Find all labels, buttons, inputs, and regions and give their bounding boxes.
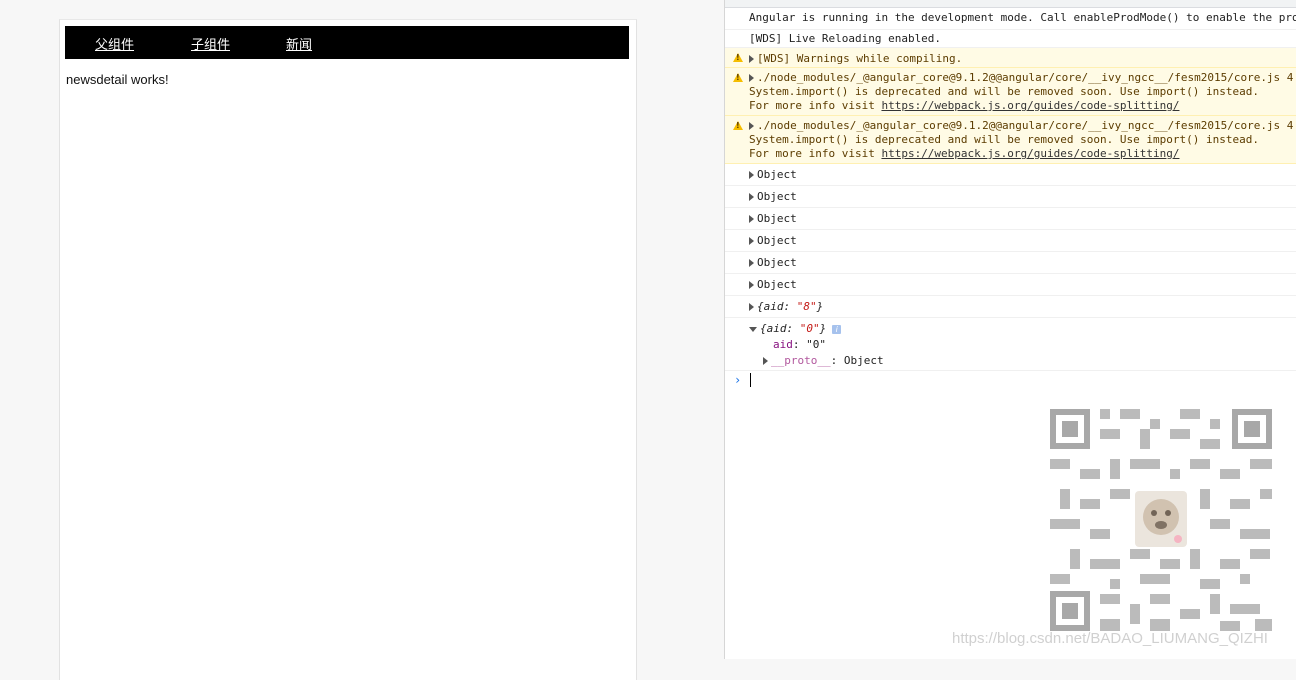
object-label: Object xyxy=(757,278,797,291)
console-object-row[interactable]: Object xyxy=(725,252,1296,274)
expand-arrow-icon[interactable] xyxy=(749,281,754,289)
object-label: Object xyxy=(757,256,797,269)
nav-link-parent[interactable]: 父组件 xyxy=(95,34,134,53)
qr-code-watermark xyxy=(1050,409,1272,631)
info-icon[interactable]: i xyxy=(832,324,842,334)
property-separator: : xyxy=(830,354,844,367)
console-message-text: [WDS] Warnings while compiling. xyxy=(757,52,963,65)
console-prompt-icon: › xyxy=(734,373,742,387)
object-label: Object xyxy=(757,190,797,203)
warning-info-prefix: For more info visit xyxy=(749,147,882,160)
proto-value: Object xyxy=(843,354,884,367)
property-value: "0" xyxy=(806,338,826,351)
object-value: "8" xyxy=(796,300,817,313)
webpack-docs-link[interactable]: https://webpack.js.org/guides/code-split… xyxy=(881,99,1179,112)
console-object-row[interactable]: Object xyxy=(725,230,1296,252)
console-warning-import-2[interactable]: ./node_modules/_@angular_core@9.1.2@@ang… xyxy=(725,116,1296,164)
property-separator: : xyxy=(792,338,807,351)
warning-text: System.import() is deprecated and will b… xyxy=(749,133,1259,146)
warning-icon xyxy=(733,53,743,62)
expand-arrow-icon[interactable] xyxy=(749,193,754,201)
console-object-row[interactable]: Object xyxy=(725,274,1296,296)
nav-link-child[interactable]: 子组件 xyxy=(191,34,230,53)
object-key: {aid: xyxy=(760,322,800,335)
expand-arrow-icon[interactable] xyxy=(763,357,768,365)
console-message-live-reload: [WDS] Live Reloading enabled. xyxy=(725,30,1296,48)
console-toolbar xyxy=(725,0,1296,8)
property-key: aid xyxy=(773,338,793,351)
expand-arrow-icon[interactable] xyxy=(749,303,754,311)
warning-icon xyxy=(733,73,743,82)
warning-source-path: ./node_modules/_@angular_core@9.1.2@@ang… xyxy=(757,71,1294,84)
console-object-aid-0-expanded[interactable]: {aid: "0"} i aid: "0" __proto__: Object xyxy=(725,318,1296,371)
webpack-docs-link[interactable]: https://webpack.js.org/guides/code-split… xyxy=(881,147,1179,160)
console-object-row[interactable]: Object xyxy=(725,208,1296,230)
object-label: Object xyxy=(757,168,797,181)
expand-arrow-icon[interactable] xyxy=(749,55,754,63)
nav-link-news[interactable]: 新闻 xyxy=(286,34,312,53)
warning-icon xyxy=(733,121,743,130)
proto-key: __proto__ xyxy=(771,354,831,367)
console-message-text: [WDS] Live Reloading enabled. xyxy=(749,32,942,45)
csdn-watermark-text: https://blog.csdn.net/BADAO_LIUMANG_QIZH… xyxy=(952,630,1268,647)
news-detail-text: newsdetail works! xyxy=(66,72,169,87)
expand-arrow-icon[interactable] xyxy=(749,171,754,179)
console-message-text: Angular is running in the development mo… xyxy=(749,11,1296,24)
object-value: "0" xyxy=(799,322,820,335)
expand-arrow-icon[interactable] xyxy=(749,122,754,130)
console-message-dev-mode: Angular is running in the development mo… xyxy=(725,8,1296,30)
expand-arrow-icon[interactable] xyxy=(749,215,754,223)
object-label: Object xyxy=(757,212,797,225)
console-object-aid-8[interactable]: {aid: "8"} xyxy=(725,296,1296,318)
app-page: 父组件 子组件 新闻 newsdetail works! xyxy=(59,19,637,680)
warning-text: System.import() is deprecated and will b… xyxy=(749,85,1259,98)
console-object-row[interactable]: Object xyxy=(725,186,1296,208)
warning-info-prefix: For more info visit xyxy=(749,99,882,112)
warning-source-path: ./node_modules/_@angular_core@9.1.2@@ang… xyxy=(757,119,1294,132)
object-label: Object xyxy=(757,234,797,247)
object-key: {aid: xyxy=(757,300,797,313)
console-warning-import-1[interactable]: ./node_modules/_@angular_core@9.1.2@@ang… xyxy=(725,68,1296,116)
object-close: } xyxy=(816,300,824,313)
object-close: } xyxy=(819,322,827,335)
expand-arrow-icon[interactable] xyxy=(749,259,754,267)
console-input-caret[interactable] xyxy=(750,373,751,387)
collapse-arrow-icon[interactable] xyxy=(749,326,757,332)
expand-arrow-icon[interactable] xyxy=(749,74,754,82)
expand-arrow-icon[interactable] xyxy=(749,237,754,245)
console-object-row[interactable]: Object xyxy=(725,164,1296,186)
top-nav-bar: 父组件 子组件 新闻 xyxy=(65,26,629,59)
console-warning-wds[interactable]: [WDS] Warnings while compiling. xyxy=(725,48,1296,68)
